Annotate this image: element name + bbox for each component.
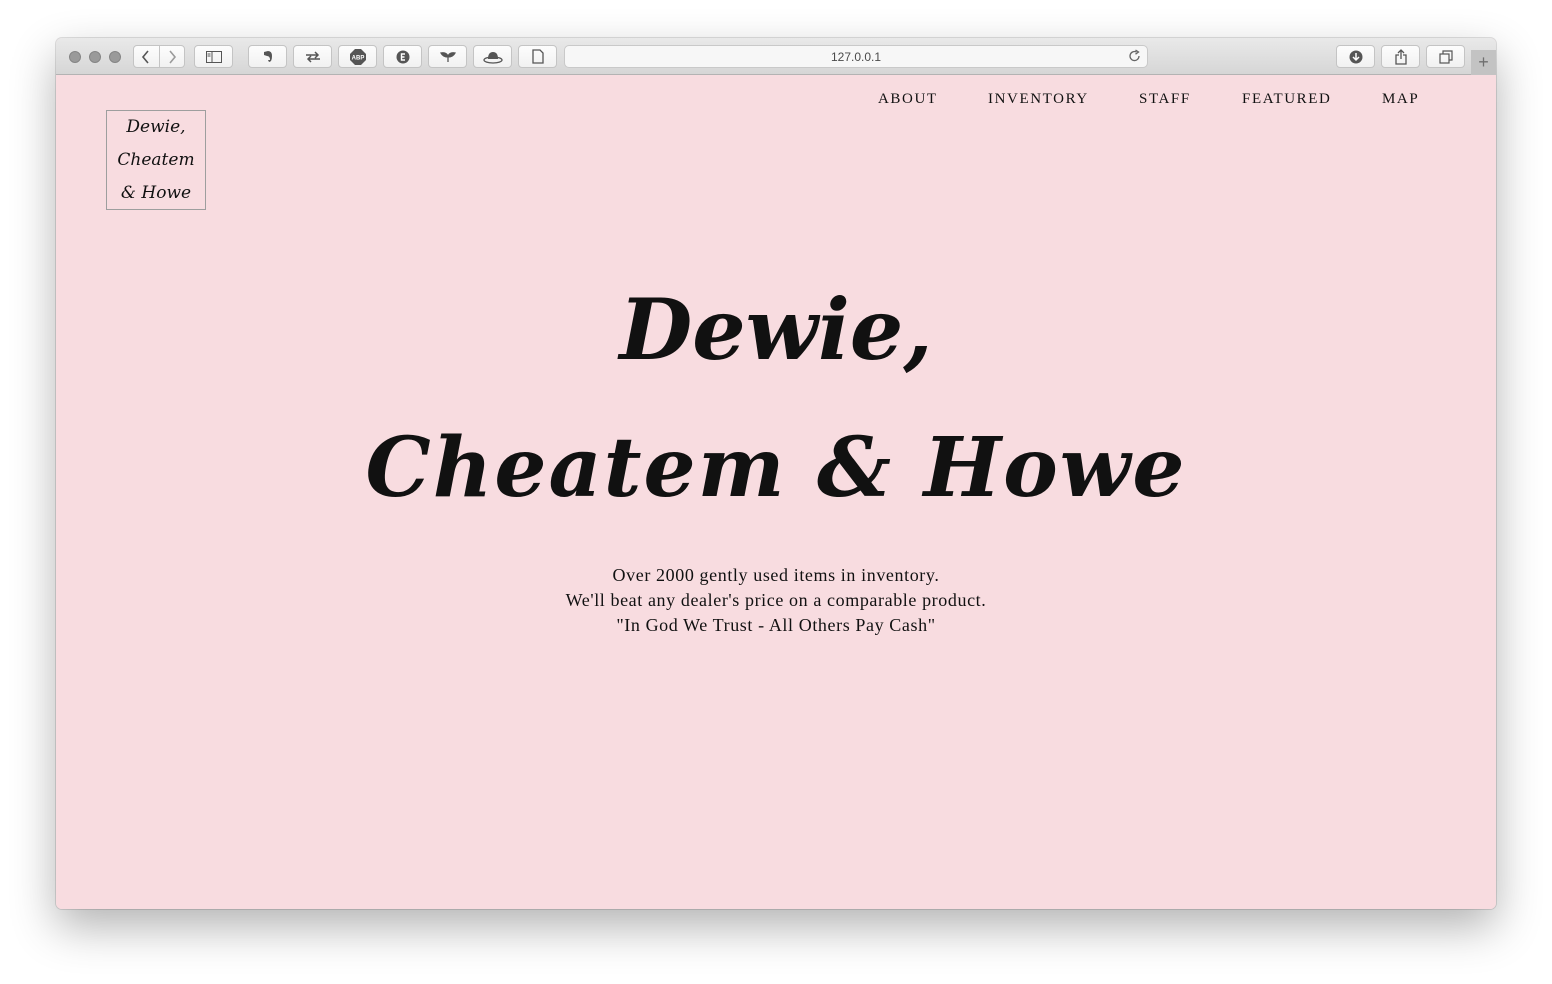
- logo-line-3: & Howe: [120, 182, 192, 203]
- share-icon: [1394, 48, 1407, 65]
- address-text: 127.0.0.1: [830, 49, 882, 64]
- evernote-e-icon: [396, 50, 409, 63]
- history-navigation: [133, 45, 185, 68]
- nav-link-inventory[interactable]: INVENTORY: [988, 91, 1089, 108]
- tagline-line-3: "In God We Trust - All Others Pay Cash": [616, 615, 936, 635]
- transfer-icon: [305, 50, 320, 63]
- web-page: Dewie, Cheatem & Howe ABOUT INVENTORY ST…: [56, 75, 1496, 909]
- nav-link-featured[interactable]: FEATURED: [1242, 91, 1331, 108]
- evernote-e-extension-button[interactable]: [383, 45, 422, 68]
- adblock-label: ABP: [351, 55, 364, 61]
- downloads-button[interactable]: [1336, 45, 1375, 68]
- page-icon: [531, 49, 544, 64]
- tagline: Over 2000 gently used items in inventory…: [56, 563, 1496, 638]
- close-window-button[interactable]: [69, 51, 81, 63]
- forward-icon: [169, 49, 176, 64]
- hat-extension-button[interactable]: [473, 45, 512, 68]
- address-bar[interactable]: 127.0.0.1: [564, 45, 1148, 68]
- sidebar-icon: [205, 50, 222, 63]
- adblock-icon: ABP: [349, 48, 366, 65]
- hero-title-line-2: Cheatem & Howe: [365, 420, 1187, 516]
- nav-link-map[interactable]: MAP: [1382, 91, 1419, 108]
- browser-window: ABP 127.0.0.1 + Dewie, Cheatem & Howe AB…: [56, 38, 1496, 909]
- adblock-extension-button[interactable]: ABP: [338, 45, 377, 68]
- reload-icon[interactable]: [1128, 49, 1142, 63]
- hero-title-line-1: Dewie,: [619, 280, 933, 379]
- plant-extension-button[interactable]: [428, 45, 467, 68]
- site-logo[interactable]: Dewie, Cheatem & Howe: [106, 110, 206, 210]
- transfer-extension-button[interactable]: [293, 45, 332, 68]
- tagline-line-2: We'll beat any dealer's price on a compa…: [565, 590, 987, 610]
- back-icon: [142, 49, 149, 64]
- tabs-icon: [1438, 49, 1453, 64]
- back-button[interactable]: [134, 46, 160, 67]
- nav-link-staff[interactable]: STAFF: [1139, 91, 1191, 108]
- zoom-window-button[interactable]: [109, 51, 121, 63]
- forward-button[interactable]: [160, 46, 185, 67]
- page-extension-button[interactable]: [518, 45, 557, 68]
- plant-icon: [439, 51, 456, 62]
- new-tab-button[interactable]: +: [1471, 50, 1496, 75]
- sidebar-button[interactable]: [194, 45, 233, 68]
- hat-icon: [482, 51, 503, 64]
- logo-line-1: Dewie,: [126, 116, 186, 137]
- tagline-line-1: Over 2000 gently used items in inventory…: [612, 565, 940, 585]
- browser-toolbar: ABP 127.0.0.1 +: [56, 38, 1496, 75]
- share-button[interactable]: [1381, 45, 1420, 68]
- nav-link-about[interactable]: ABOUT: [878, 91, 938, 108]
- minimize-window-button[interactable]: [89, 51, 101, 63]
- evernote-icon: [263, 51, 272, 62]
- download-icon: [1349, 50, 1362, 63]
- show-tabs-button[interactable]: [1426, 45, 1465, 68]
- logo-line-2: Cheatem: [117, 149, 195, 170]
- evernote-extension-button[interactable]: [248, 45, 287, 68]
